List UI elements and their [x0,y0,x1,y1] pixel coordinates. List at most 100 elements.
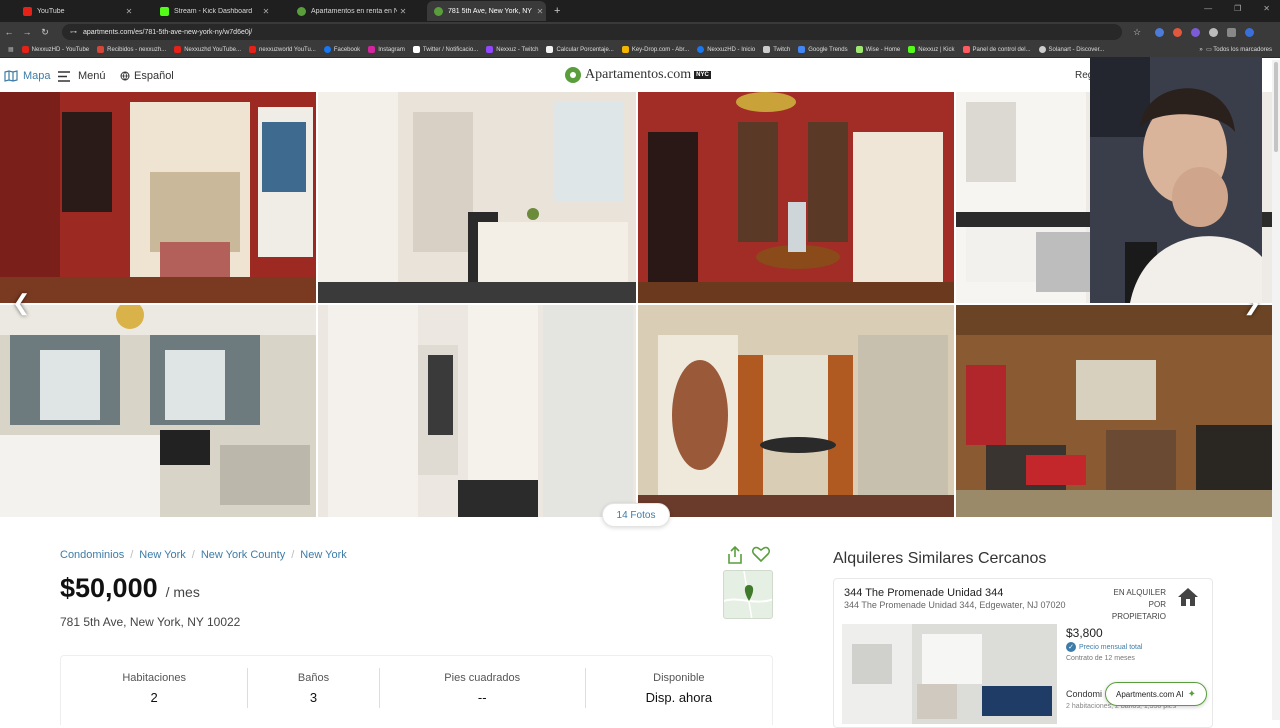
tab-781-5th-ave[interactable]: 781 5th Ave, New York, NY 100 ✕ [427,1,546,21]
tab-kick-dashboard[interactable]: Stream - Kick Dashboard ✕ [153,1,272,21]
reload-icon[interactable]: ↻ [36,27,54,38]
close-icon[interactable]: ✕ [260,7,272,16]
bookmark-item[interactable]: Recibidos - nexxuzh... [97,46,166,53]
kick-icon [160,6,169,16]
ai-button-label: Apartments.com AI [1116,689,1184,699]
maximize-icon[interactable]: ❐ [1234,4,1241,13]
rental-type: Condomi [1066,689,1103,699]
folder-icon: ▭ [1206,47,1212,53]
calculator-icon [546,46,554,53]
total-price-label: Precio mensual total [1079,643,1143,651]
close-icon[interactable]: ✕ [534,7,546,16]
webcam-overlay [1090,57,1262,303]
extension-icon[interactable] [1173,27,1182,37]
fact-square-feet: Pies cuadrados -- [380,668,586,708]
kick-icon [908,46,916,53]
breadcrumb-link-city[interactable]: New York [300,549,346,561]
extension-icon[interactable] [1191,27,1200,37]
browser-tab-bar: YouTube ✕ Stream - Kick Dashboard ✕ Apar… [0,0,1280,22]
photos-count-button[interactable]: 14 Fotos [602,503,670,527]
tab-apartamentos[interactable]: Apartamentos en renta en New ✕ [290,1,409,21]
tab-youtube[interactable]: YouTube ✕ [16,1,135,21]
gallery-photo[interactable] [318,92,636,303]
language-selector[interactable]: Español [120,70,174,82]
bookmark-item[interactable]: Nexxuzhd YouTube... [174,46,241,53]
apps-grid-icon[interactable]: ▦ [8,46,14,53]
close-icon[interactable]: ✕ [397,7,409,16]
map-button[interactable]: Mapa [4,70,51,82]
rental-address: 344 The Promenade Unidad 344, Edgewater,… [844,600,1066,610]
map-icon [4,70,18,82]
bookmark-item[interactable]: Facebook [323,46,360,53]
fact-value: -- [477,690,487,705]
gallery-prev-arrow[interactable]: ❮ [12,290,30,316]
gallery-photo[interactable] [638,305,954,517]
gallery-photo[interactable] [0,305,316,517]
extension-icon[interactable] [1209,27,1218,37]
site-info-icon[interactable]: ⊶ [70,28,77,36]
close-window-icon[interactable]: ✕ [1263,4,1270,13]
bookmark-item[interactable]: Solanart - Discover... [1038,46,1104,53]
all-bookmarks-folder[interactable]: » ▭ Todos los marcadores [1199,46,1272,53]
favorite-heart-icon[interactable] [752,546,770,562]
bookmark-item[interactable]: Nexxuz - Twitch [486,46,538,53]
breadcrumb-link-condominios[interactable]: Condominios [60,549,124,561]
apartments-ai-button[interactable]: Apartments.com AI ✦ [1105,682,1207,706]
breadcrumb-separator: / [130,549,134,561]
badge-line: POR PROPIETARIO [1111,600,1166,621]
back-icon[interactable]: ← [0,27,18,37]
bookmark-star-icon[interactable]: ☆ [1128,27,1146,38]
gallery-photo[interactable] [638,92,954,303]
bookmark-item[interactable]: Instagram [368,46,405,53]
bookmark-item[interactable]: nexxuzworld YouTu... [249,46,316,53]
breadcrumb-separator: / [291,549,295,561]
facebook-icon [323,46,331,53]
profile-avatar[interactable] [1245,27,1254,37]
gallery-photo[interactable] [0,92,316,303]
facebook-icon [697,46,705,53]
wise-icon [855,46,863,53]
map-thumbnail[interactable] [723,570,773,619]
keydrop-icon [621,46,629,53]
breadcrumb-separator: / [191,549,195,561]
bookmark-item[interactable]: NexxuzHD - Inicio [697,46,755,53]
rental-lease-term: Contrato de 12 meses [1066,655,1135,662]
youtube-icon [249,46,257,53]
photos-count-label: 14 Fotos [616,509,656,521]
extensions-puzzle-icon[interactable] [1227,27,1236,37]
rental-name[interactable]: 344 The Promenade Unidad 344 [844,587,1003,599]
menu-button[interactable]: Menú [58,70,106,82]
bookmark-item[interactable]: Twitter / Notificacio... [412,46,479,53]
folder-icon [763,46,771,53]
address-toolbar: ← → ↻ ⊶ apartments.com/es/781-5th-ave-ne… [0,22,1280,42]
url-bar[interactable]: ⊶ apartments.com/es/781-5th-ave-new-york… [62,24,1122,40]
page-scrollbar[interactable] [1272,60,1280,720]
bookmark-label: Wise - Home [865,46,901,53]
rental-photo[interactable] [842,624,1057,724]
breadcrumb-link-new-york-state[interactable]: New York [139,549,185,561]
bookmark-label: Recibidos - nexxuzh... [107,46,167,53]
bookmark-item[interactable]: Panel de control del... [962,46,1031,53]
youtube-icon [21,46,29,53]
extension-icon[interactable] [1155,27,1164,37]
gallery-photo[interactable] [318,305,636,517]
fact-bedrooms: Habitaciones 2 [61,668,249,708]
map-label: Mapa [23,70,51,82]
bookmark-item[interactable]: Google Trends [798,46,848,53]
new-tab-button[interactable]: + [554,5,560,17]
breadcrumb-link-county[interactable]: New York County [201,549,285,561]
gallery-photo[interactable] [956,305,1280,517]
bookmark-item[interactable]: Wise - Home [855,46,901,53]
bookmark-item[interactable]: NexxuzHD - YouTube [21,46,89,53]
share-icon[interactable] [727,546,743,564]
bookmark-item[interactable]: Key-Drop.com - Abr... [621,46,689,53]
site-logo[interactable]: Apartamentos.com NYC [565,67,711,83]
bookmark-label: Twitter / Notificacio... [422,46,479,53]
close-icon[interactable]: ✕ [123,7,135,16]
forward-icon[interactable]: → [18,27,36,37]
bookmark-item[interactable]: Calcular Porcentaje... [546,46,614,53]
scrollbar-thumb[interactable] [1274,62,1278,152]
bookmark-item[interactable]: Twitch [763,46,790,53]
minimize-icon[interactable]: — [1204,4,1212,13]
bookmark-item[interactable]: Nexxuz | Kick [908,46,955,53]
